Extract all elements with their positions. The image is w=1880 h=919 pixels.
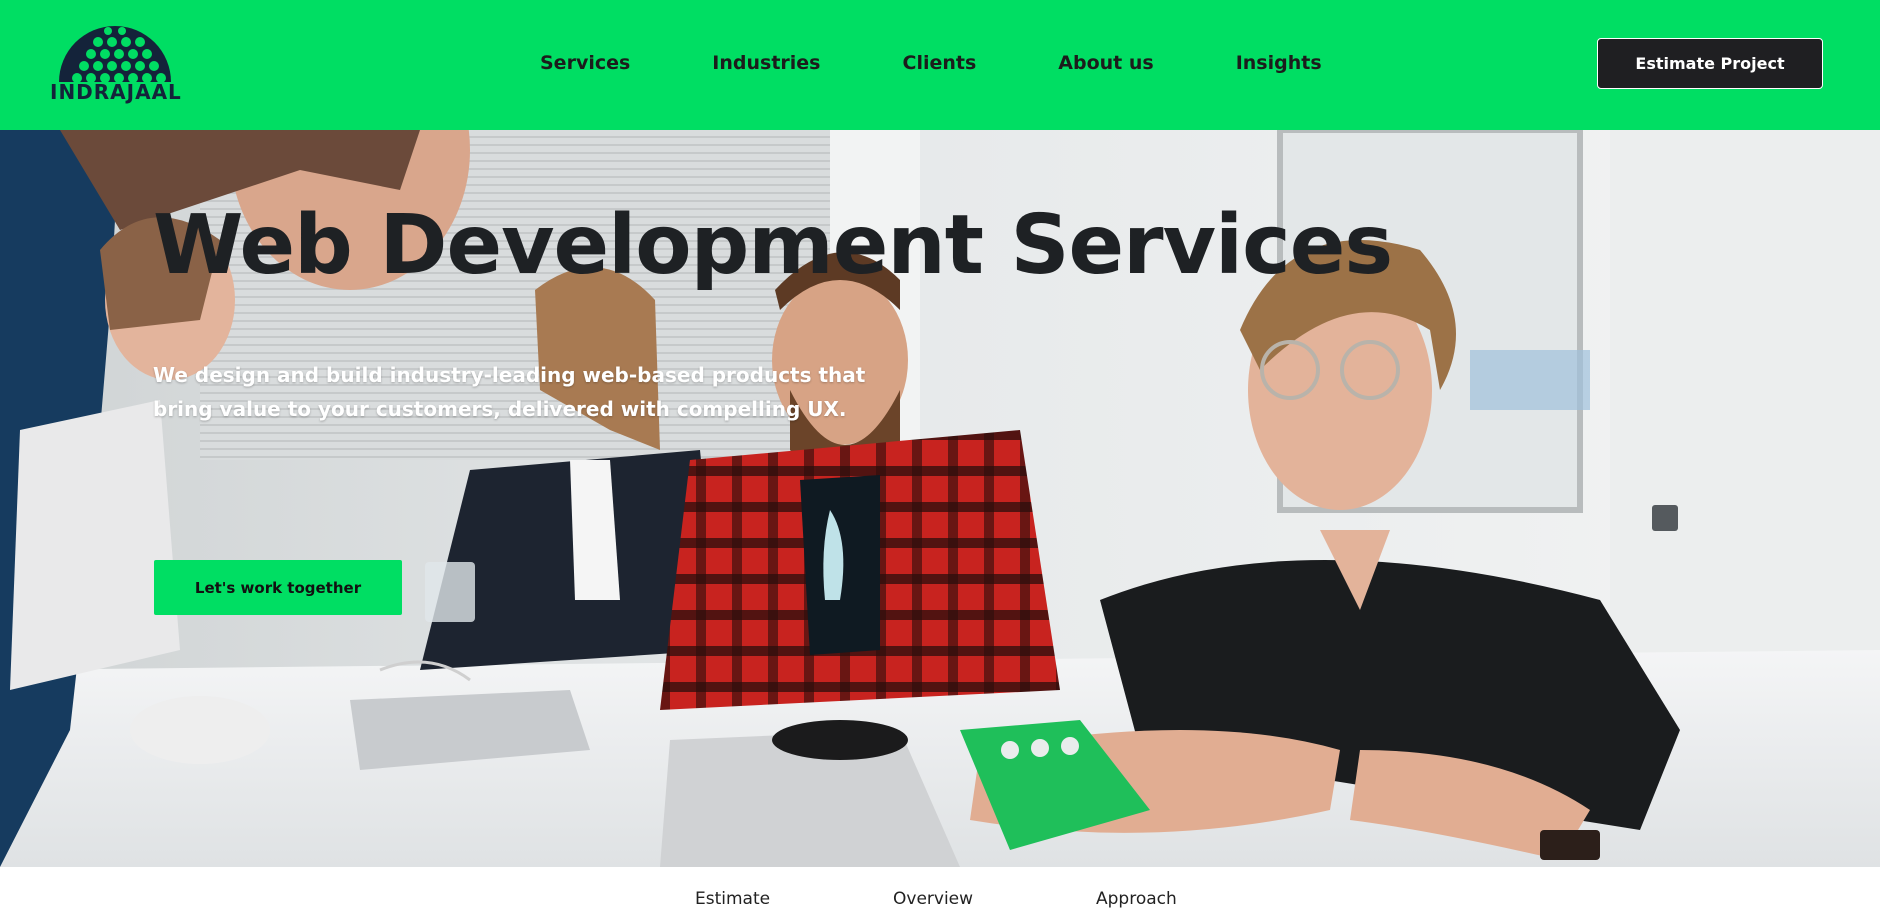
main-nav: Services Industries Clients About us Ins…: [540, 52, 1322, 78]
nav-item-clients[interactable]: Clients: [903, 52, 977, 78]
subnav-item-approach[interactable]: Approach: [1096, 889, 1177, 909]
nav-item-industries[interactable]: Industries: [712, 52, 820, 78]
dome-logo-icon: [59, 26, 171, 82]
estimate-project-button[interactable]: Estimate Project: [1597, 38, 1823, 89]
section-subnav: Estimate Overview Approach: [0, 867, 1880, 919]
subnav-item-overview[interactable]: Overview: [893, 889, 973, 909]
page: INDRAJAAL Services Industries Clients Ab…: [0, 0, 1880, 919]
subnav-item-estimate[interactable]: Estimate: [695, 889, 770, 909]
hero-title: Web Development Services: [153, 198, 1393, 293]
logo[interactable]: INDRAJAAL: [50, 22, 182, 106]
site-header: INDRAJAAL Services Industries Clients Ab…: [0, 0, 1880, 130]
logo-text: INDRAJAAL: [50, 80, 182, 104]
nav-item-services[interactable]: Services: [540, 52, 630, 78]
nav-item-about-us[interactable]: About us: [1058, 52, 1153, 78]
hero-section: Web Development Services We design and b…: [0, 130, 1880, 867]
nav-item-insights[interactable]: Insights: [1236, 52, 1322, 78]
lets-work-together-button[interactable]: Let's work together: [154, 560, 402, 615]
hero-subtitle: We design and build industry-leading web…: [153, 363, 866, 421]
